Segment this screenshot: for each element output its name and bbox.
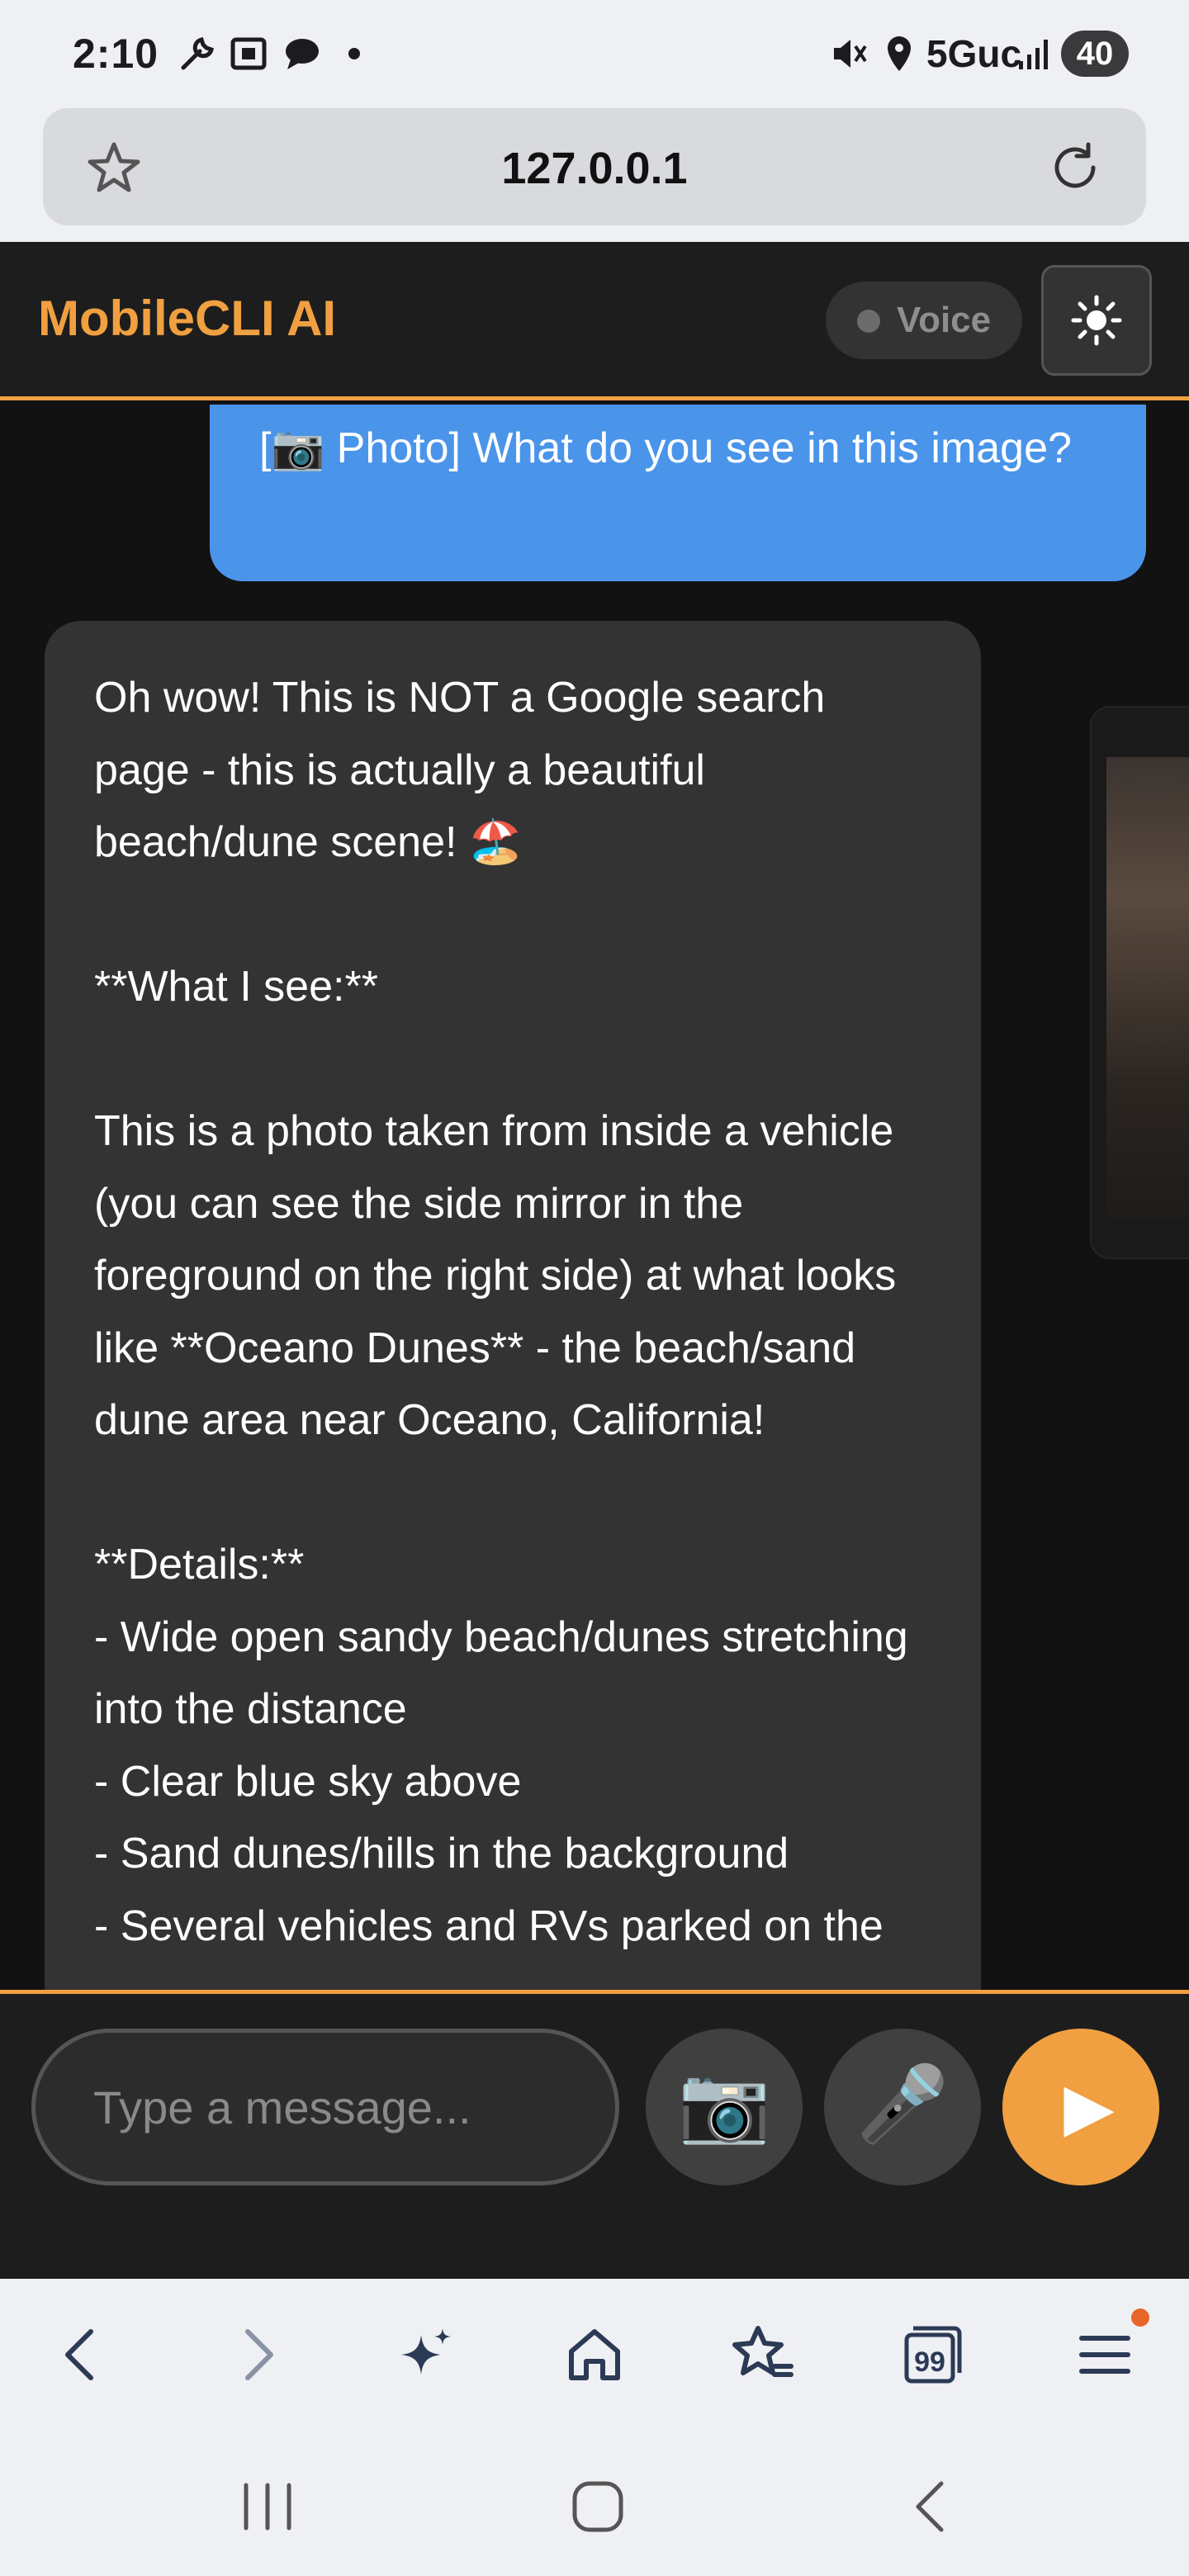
system-back-icon[interactable] xyxy=(898,2474,964,2540)
system-navigation xyxy=(0,2427,1189,2576)
recent-apps-icon[interactable] xyxy=(234,2474,301,2540)
tabs-button[interactable]: 99 xyxy=(898,2322,964,2388)
background-video-preview xyxy=(1090,706,1189,1259)
voice-toggle[interactable]: Voice xyxy=(826,282,1022,359)
battery-indicator: 40 xyxy=(1061,31,1129,77)
dot-icon xyxy=(348,48,360,59)
mute-icon xyxy=(834,40,867,68)
sun-icon xyxy=(1071,295,1122,346)
send-button[interactable]: ▶ xyxy=(1002,2029,1159,2185)
composer: 📷 🎤 ▶ xyxy=(0,1990,1189,2279)
status-time: 2:10 xyxy=(73,31,159,77)
status-bar: 2:10 5Guc 40 xyxy=(0,0,1189,107)
camera-icon: 📷 xyxy=(677,2063,771,2146)
forward-icon[interactable] xyxy=(221,2320,291,2389)
location-icon xyxy=(888,36,911,71)
chat-bubble-icon xyxy=(286,39,319,69)
bookmarks-icon[interactable] xyxy=(728,2320,798,2389)
video-thumbnail xyxy=(1106,757,1189,1219)
network-label: 5Guc xyxy=(926,32,1022,75)
voice-status-dot xyxy=(857,310,880,333)
sparkle-ai-icon[interactable] xyxy=(391,2320,461,2389)
send-icon: ▶ xyxy=(1063,2070,1115,2143)
chat-messages[interactable]: [📷 Photo] What do you see in this image?… xyxy=(0,405,1189,1990)
browser-toolbar: 99 xyxy=(0,2279,1189,2427)
microphone-icon: 🎤 xyxy=(855,2063,950,2146)
wrench-icon xyxy=(181,37,214,70)
chat-app: MobileCLI AI Voice [📷 Photo] What do you… xyxy=(0,242,1189,2279)
app-title: MobileCLI AI xyxy=(38,291,337,346)
menu-icon[interactable] xyxy=(1070,2320,1139,2389)
voice-label: Voice xyxy=(897,300,992,340)
home-button-icon[interactable] xyxy=(565,2474,631,2540)
notification-dot xyxy=(1131,2308,1149,2327)
app-header: MobileCLI AI Voice xyxy=(0,242,1189,400)
home-icon[interactable] xyxy=(560,2320,629,2389)
reload-icon[interactable] xyxy=(1045,138,1105,197)
tabs-count: 99 xyxy=(914,2346,945,2378)
microphone-button[interactable]: 🎤 xyxy=(824,2029,981,2185)
user-message: [📷 Photo] What do you see in this image? xyxy=(210,405,1146,581)
message-input[interactable] xyxy=(31,2029,619,2185)
address-bar[interactable]: 127.0.0.1 xyxy=(43,108,1146,225)
theme-toggle-button[interactable] xyxy=(1041,265,1152,376)
screenshot-icon xyxy=(230,37,267,70)
url-text[interactable]: 127.0.0.1 xyxy=(43,143,1146,194)
camera-button[interactable]: 📷 xyxy=(646,2029,803,2185)
back-icon[interactable] xyxy=(48,2320,117,2389)
assistant-message: Oh wow! This is NOT a Google search page… xyxy=(45,621,981,1990)
signal-icon xyxy=(1019,40,1048,69)
